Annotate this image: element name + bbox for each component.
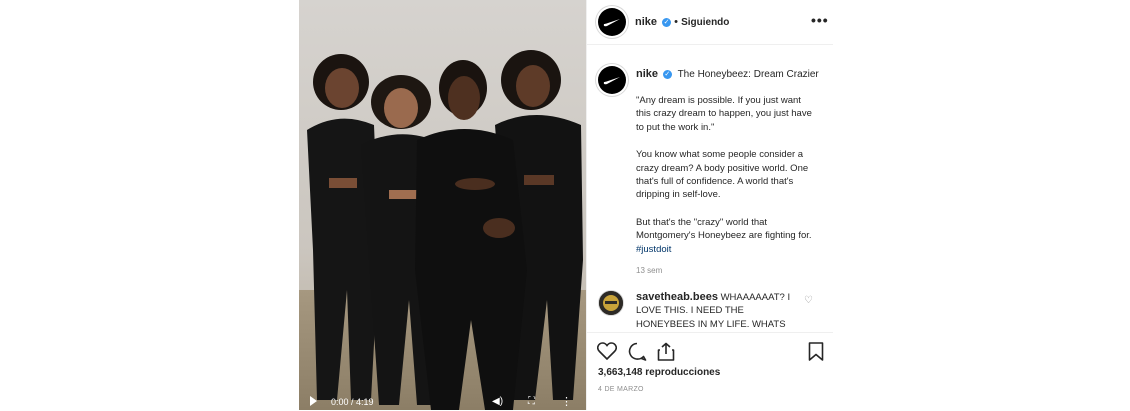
video-frame-image <box>299 0 586 410</box>
caption-username[interactable]: nike <box>636 68 658 80</box>
caption-paragraph-text: But that's the "crazy" world that Montgo… <box>636 216 812 242</box>
post-video[interactable]: 0:00 / 4:19 ◀) ⛶ ⋮ <box>299 0 586 410</box>
caption-title-text: The Honeybeez: Dream Crazier <box>677 69 819 80</box>
caption-title: nike ✓ The Honeybeez: Dream Crazier <box>636 68 826 80</box>
actions-bar: 3,663,148 reproducciones 4 DE MARZO <box>587 332 833 411</box>
caption-paragraph: But that's the "crazy" world that Montgo… <box>636 216 818 256</box>
comment-avatar-image <box>599 291 623 315</box>
comment-text: savetheab.bees WHAAAAAAT? I LOVE THIS. I… <box>636 291 801 331</box>
video-controls: 0:00 / 4:19 ◀) ⛶ ⋮ <box>299 394 586 410</box>
header-separator: • <box>674 16 678 28</box>
fullscreen-icon[interactable]: ⛶ <box>528 396 535 407</box>
views-label: reproducciones <box>645 367 721 378</box>
nike-swoosh-icon <box>603 77 620 85</box>
heart-icon[interactable] <box>597 342 617 360</box>
following-button[interactable]: Siguiendo <box>681 17 729 28</box>
header-user: nike ✓ • Siguiendo <box>635 16 729 28</box>
video-time: 0:00 / 4:19 <box>331 397 374 407</box>
volume-icon[interactable]: ◀) <box>492 396 503 407</box>
caption-paragraph: You know what some people consider a cra… <box>636 149 809 201</box>
avatar[interactable] <box>598 8 626 36</box>
nike-swoosh-icon <box>603 19 620 27</box>
verified-icon: ✓ <box>662 17 672 27</box>
more-icon[interactable]: ••• <box>811 12 829 28</box>
comment-avatar[interactable] <box>598 290 624 316</box>
video-more-icon[interactable]: ⋮ <box>561 395 572 408</box>
caption-body: "Any dream is possible. If you just want… <box>636 94 818 270</box>
post-side-panel: nike ✓ • Siguiendo ••• nike ✓ The Honeyb… <box>586 0 833 411</box>
views-count: 3,663,148 reproducciones <box>598 367 720 378</box>
share-icon[interactable] <box>656 342 676 361</box>
comment-like-icon[interactable]: ♡ <box>804 295 813 306</box>
post-header: nike ✓ • Siguiendo ••• <box>587 0 833 45</box>
verified-icon: ✓ <box>662 69 672 79</box>
comment-username[interactable]: savetheab.bees <box>636 291 718 303</box>
play-icon[interactable] <box>310 396 317 406</box>
comment-icon[interactable] <box>627 342 647 361</box>
caption-time-ago: 13 sem <box>636 266 663 275</box>
bookmark-icon[interactable] <box>808 342 824 361</box>
caption-avatar[interactable] <box>598 66 626 94</box>
header-username[interactable]: nike <box>635 16 657 28</box>
views-number: 3,663,148 <box>598 367 643 378</box>
caption-paragraph: "Any dream is possible. If you just want… <box>636 95 812 133</box>
hashtag-link[interactable]: #justdoit <box>636 244 671 255</box>
post-date: 4 DE MARZO <box>598 386 644 393</box>
